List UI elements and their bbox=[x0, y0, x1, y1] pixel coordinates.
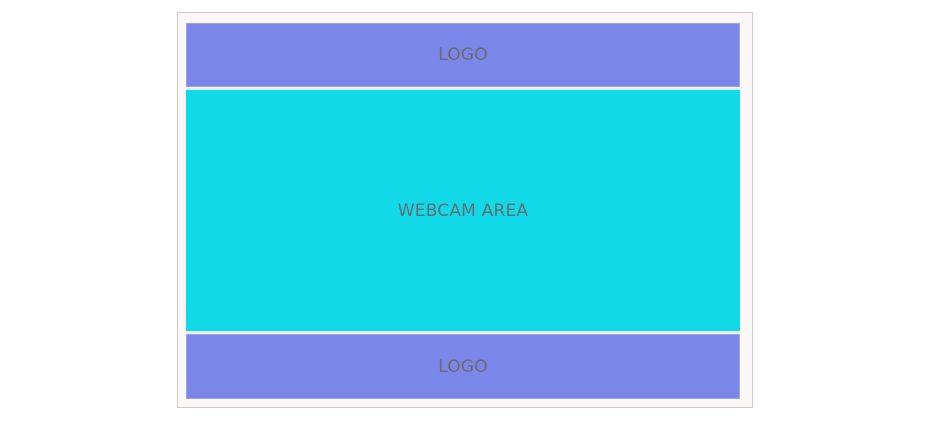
bottom-logo-area: LOGO bbox=[186, 334, 740, 399]
top-logo-area: LOGO bbox=[186, 23, 740, 87]
webcam-area: WEBCAM AREA bbox=[186, 88, 740, 333]
webcam-area-label: WEBCAM AREA bbox=[397, 200, 529, 221]
layout-frame: LOGO WEBCAM AREA LOGO bbox=[177, 12, 753, 408]
bottom-logo-label: LOGO bbox=[438, 356, 488, 377]
top-logo-label: LOGO bbox=[438, 45, 488, 65]
